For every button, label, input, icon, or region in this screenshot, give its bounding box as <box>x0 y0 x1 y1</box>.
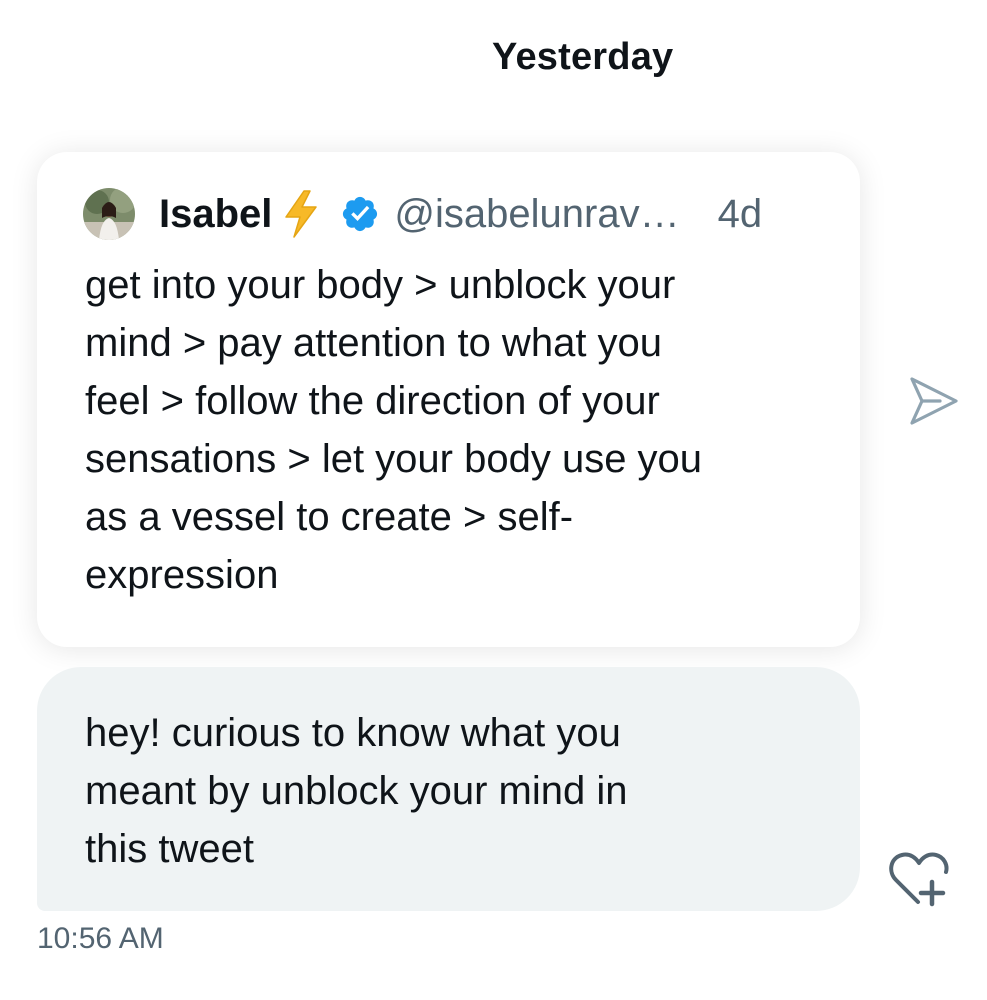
message-timestamp: 10:56 AM <box>37 922 164 955</box>
tweet-age: 4d <box>717 191 763 236</box>
quoted-tweet-text: get into your body > unblock your mind >… <box>85 263 703 597</box>
lightning-bolt-icon <box>280 189 322 239</box>
heart-plus-icon[interactable] <box>888 848 954 908</box>
date-divider-label: Yesterday <box>492 36 674 78</box>
message-bubble[interactable]: hey! curious to know what you meant by u… <box>37 667 860 911</box>
avatar[interactable] <box>83 188 135 240</box>
message-text: hey! curious to know what you meant by u… <box>85 711 628 871</box>
quoted-tweet-header: Isabel @isabelunrav… 4d <box>83 186 762 242</box>
author-handle[interactable]: @isabelunrav… <box>394 192 679 237</box>
send-icon[interactable] <box>906 374 962 428</box>
quoted-tweet-card[interactable]: Isabel @isabelunrav… 4d get into your bo… <box>37 152 860 647</box>
verified-badge-icon <box>340 194 380 234</box>
author-name[interactable]: Isabel <box>159 192 272 237</box>
